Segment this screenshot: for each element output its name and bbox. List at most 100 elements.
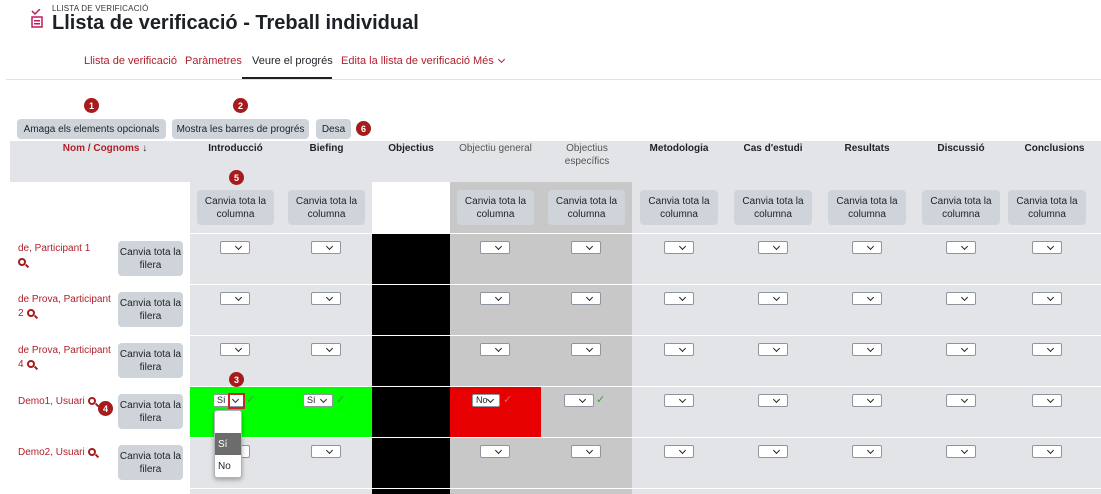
toggle-column-button[interactable]: Canvia tota la columna: [922, 190, 1000, 225]
objectius-column-fill: [372, 234, 450, 494]
dropdown-option-empty[interactable]: [215, 411, 241, 433]
status-select[interactable]: [664, 292, 694, 305]
select-value: Sí: [217, 395, 226, 405]
status-select[interactable]: [1032, 394, 1062, 407]
check-icon: ✓: [246, 394, 256, 406]
column-header-objectius: Objectius: [388, 143, 434, 154]
column-header-introduccio: Introducció: [208, 143, 263, 154]
participant-name-link[interactable]: de, Participant 1: [18, 242, 113, 270]
check-icon: ✓: [336, 394, 346, 406]
status-select[interactable]: [664, 241, 694, 254]
toggle-row-button[interactable]: Canvia tota la filera: [118, 343, 183, 378]
check-icon: ✓: [596, 394, 606, 406]
zoom-icon[interactable]: [87, 448, 96, 457]
toggle-row-button[interactable]: Canvia tota la filera: [118, 394, 183, 429]
chevron-down-icon: [497, 55, 505, 64]
participant-name[interactable]: Demo1, Usuari: [18, 396, 85, 407]
status-select[interactable]: [758, 343, 788, 356]
status-select-yes[interactable]: Sí: [303, 394, 333, 407]
status-select[interactable]: [946, 394, 976, 407]
status-select[interactable]: [946, 445, 976, 458]
status-select[interactable]: [852, 241, 882, 254]
status-select[interactable]: [664, 343, 694, 356]
status-select[interactable]: [758, 394, 788, 407]
toggle-row-button[interactable]: Canvia tota la filera: [118, 241, 183, 276]
status-select[interactable]: [852, 394, 882, 407]
toggle-row-button[interactable]: Canvia tota la filera: [118, 445, 183, 480]
row-divider: [10, 233, 1101, 234]
zoom-icon[interactable]: [87, 397, 96, 406]
status-select[interactable]: [480, 292, 510, 305]
toggle-column-button[interactable]: Canvia tota la columna: [828, 190, 906, 225]
status-select[interactable]: [571, 241, 601, 254]
objectius-header-cell: [372, 182, 450, 234]
toggle-column-button[interactable]: Canvia tota la columna: [457, 190, 534, 225]
callout-badge-3: 3: [229, 372, 244, 387]
status-select[interactable]: [758, 241, 788, 254]
dropdown-option-yes[interactable]: Sí: [215, 433, 241, 455]
toggle-row-button[interactable]: Canvia tota la filera: [118, 292, 183, 327]
tab-more[interactable]: Més: [473, 55, 505, 67]
status-select[interactable]: [1032, 241, 1062, 254]
status-select-no[interactable]: No: [472, 394, 500, 407]
status-select[interactable]: [852, 445, 882, 458]
callout-badge-5: 5: [229, 170, 244, 185]
status-select[interactable]: [664, 394, 694, 407]
status-select[interactable]: [571, 292, 601, 305]
status-select[interactable]: [480, 241, 510, 254]
save-button[interactable]: Desa: [316, 119, 351, 139]
status-select[interactable]: [311, 445, 341, 458]
sort-name-header[interactable]: Nom / Cognoms ↓: [55, 142, 155, 155]
zoom-icon[interactable]: [26, 360, 35, 369]
status-select[interactable]: [852, 292, 882, 305]
tab-more-label[interactable]: Més: [473, 55, 494, 67]
status-select[interactable]: [664, 445, 694, 458]
sort-first-name-link[interactable]: Nom: [63, 143, 85, 154]
toggle-column-button[interactable]: Canvia tota la columna: [640, 190, 718, 225]
toggle-column-button[interactable]: Canvia tota la columna: [288, 190, 365, 225]
dropdown-option-no[interactable]: No: [215, 455, 241, 477]
status-select[interactable]: [571, 343, 601, 356]
tab-edit-checklist[interactable]: Edita la llista de verificació: [341, 55, 470, 67]
status-select[interactable]: [758, 292, 788, 305]
status-select[interactable]: [1032, 343, 1062, 356]
toggle-column-button[interactable]: Canvia tota la columna: [734, 190, 812, 225]
status-select[interactable]: [758, 445, 788, 458]
status-select[interactable]: [564, 394, 594, 407]
status-select[interactable]: [946, 343, 976, 356]
toggle-column-button[interactable]: Canvia tota la columna: [1008, 190, 1086, 225]
zoom-icon[interactable]: [26, 309, 35, 318]
page-title: Llista de verificació - Treball individu…: [52, 12, 419, 34]
status-select[interactable]: [946, 241, 976, 254]
tab-parameters[interactable]: Paràmetres: [185, 55, 242, 67]
status-select[interactable]: [480, 445, 510, 458]
participant-name[interactable]: Demo2, Usuari: [18, 447, 85, 458]
status-select[interactable]: [1032, 445, 1062, 458]
participant-name-link[interactable]: de Prova, Participant 4: [18, 344, 113, 372]
status-select[interactable]: [311, 292, 341, 305]
toggle-column-button[interactable]: Canvia tota la columna: [197, 190, 274, 225]
hide-optional-button[interactable]: Amaga els elements opcionals: [17, 119, 166, 139]
status-select[interactable]: [480, 343, 510, 356]
tab-checklist[interactable]: Llista de verificació: [84, 55, 177, 67]
status-select[interactable]: [311, 241, 341, 254]
status-select[interactable]: [220, 241, 250, 254]
status-select[interactable]: [220, 343, 250, 356]
zoom-icon[interactable]: [18, 258, 26, 267]
status-select[interactable]: [852, 343, 882, 356]
toggle-column-button[interactable]: Canvia tota la columna: [548, 190, 625, 225]
sort-arrow-icon: ↓: [142, 143, 148, 154]
column-header-discussio: Discussió: [937, 143, 985, 154]
status-select[interactable]: [571, 445, 601, 458]
tab-view-progress[interactable]: Veure el progrés: [252, 55, 333, 67]
participant-name-link[interactable]: de Prova, Participant 2: [18, 293, 113, 321]
status-select[interactable]: [946, 292, 976, 305]
objectius-subcolumns: [450, 182, 632, 494]
participant-name[interactable]: de, Participant 1: [18, 243, 90, 254]
status-select[interactable]: [220, 292, 250, 305]
show-progress-bars-button[interactable]: Mostra les barres de progrés: [172, 119, 309, 139]
participant-name-link[interactable]: Demo2, Usuari: [18, 446, 113, 460]
sort-last-name-link[interactable]: Cognoms: [93, 143, 139, 154]
status-select[interactable]: [311, 343, 341, 356]
status-select[interactable]: [1032, 292, 1062, 305]
